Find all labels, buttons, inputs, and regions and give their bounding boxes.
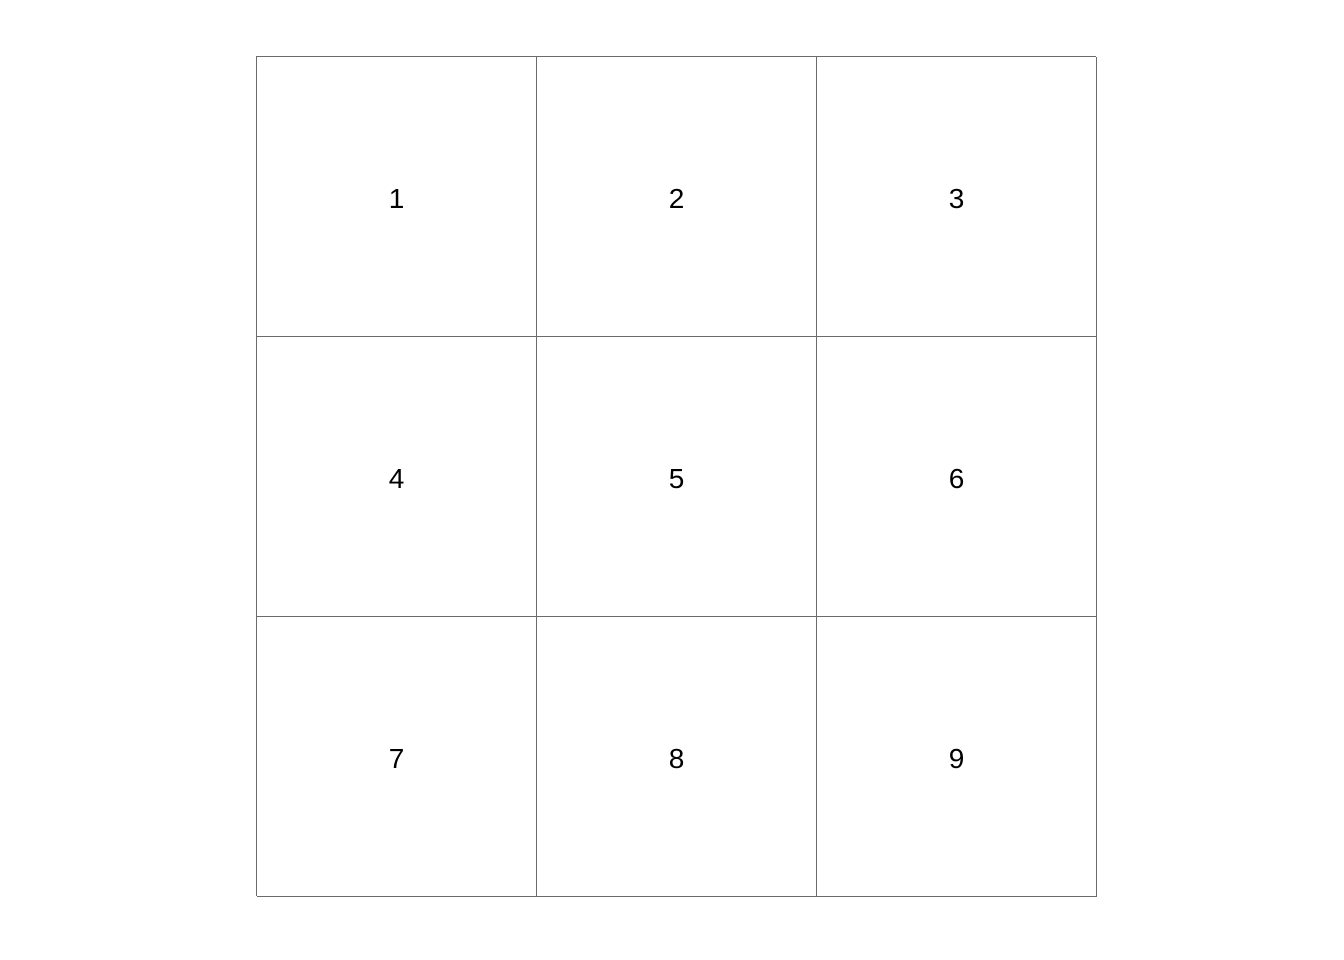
number-grid: 1 2 3 4 5 6 7 8 9 xyxy=(256,56,1097,897)
cell-label-4: 4 xyxy=(388,462,405,494)
grid-cell-9: 9 xyxy=(817,617,1097,897)
grid-cell-7: 7 xyxy=(257,617,537,897)
cell-label-9: 9 xyxy=(948,742,965,774)
cell-label-6: 6 xyxy=(948,462,965,494)
cell-label-1: 1 xyxy=(388,182,405,214)
cell-label-7: 7 xyxy=(388,742,405,774)
cell-label-3: 3 xyxy=(948,182,965,214)
grid-cell-2: 2 xyxy=(537,57,817,337)
grid-cell-5: 5 xyxy=(537,337,817,617)
grid-cell-1: 1 xyxy=(257,57,537,337)
cell-label-8: 8 xyxy=(668,742,685,774)
grid-cell-8: 8 xyxy=(537,617,817,897)
cell-label-2: 2 xyxy=(668,182,685,214)
grid-cell-4: 4 xyxy=(257,337,537,617)
cell-label-5: 5 xyxy=(668,462,685,494)
grid-cell-3: 3 xyxy=(817,57,1097,337)
grid-cell-6: 6 xyxy=(817,337,1097,617)
